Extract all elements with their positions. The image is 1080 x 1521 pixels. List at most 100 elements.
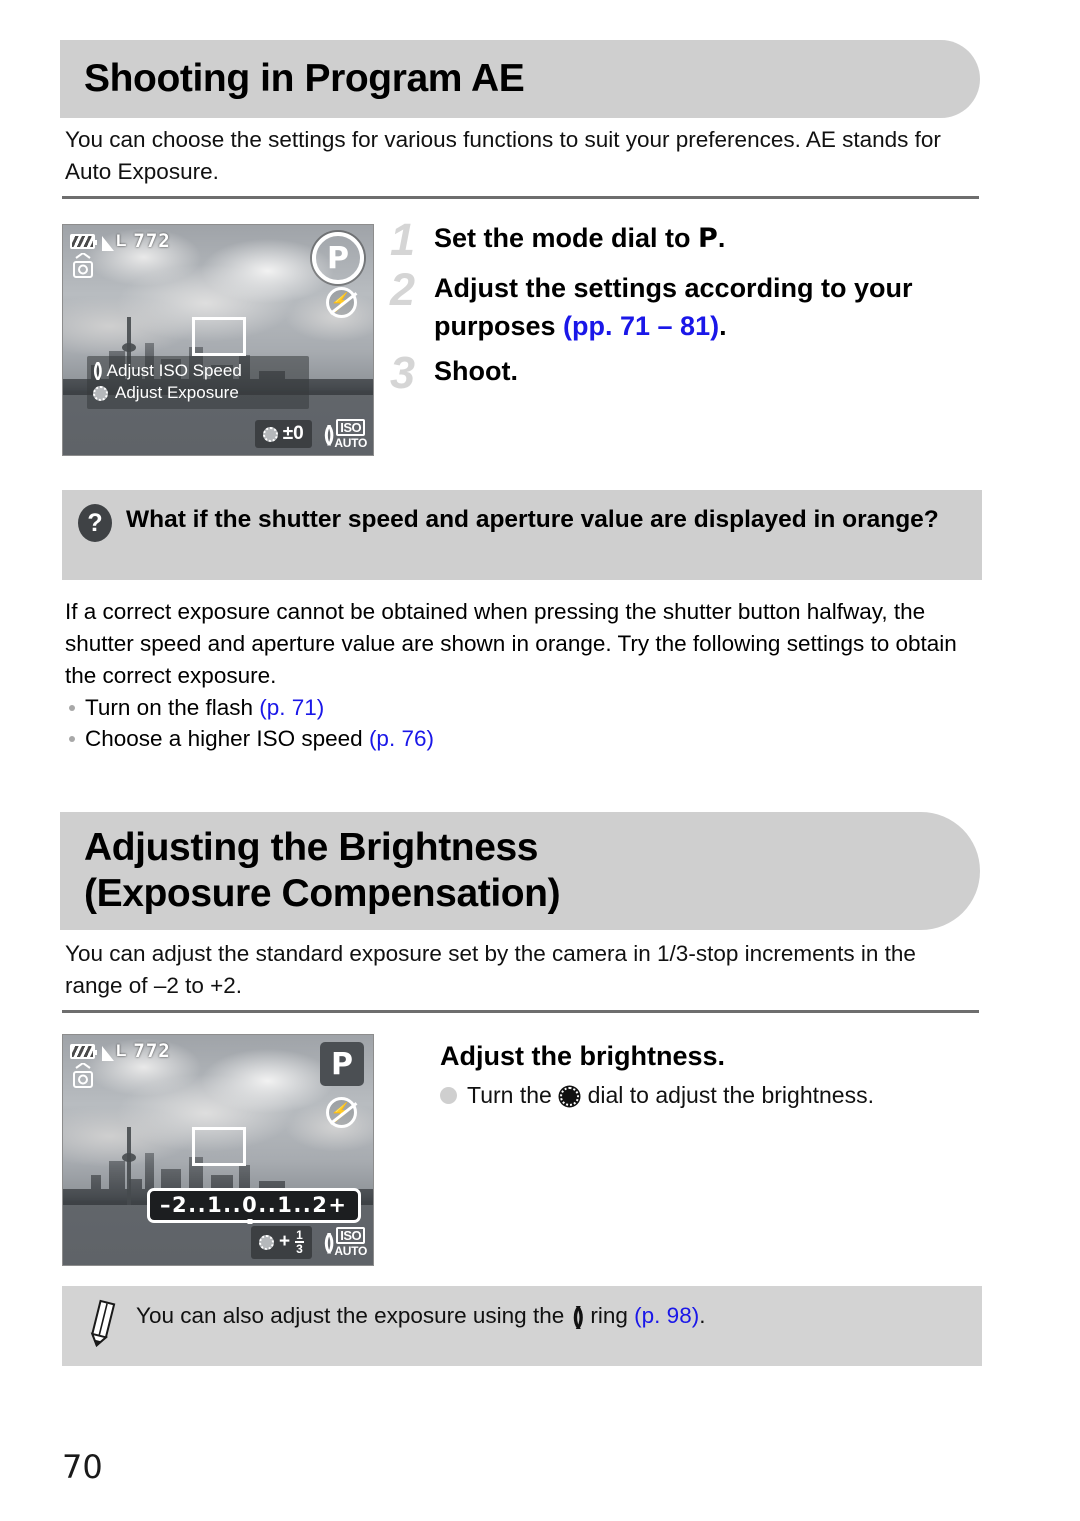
iso-readout: () ISO AUTO [324, 1227, 367, 1257]
mode-badge-p-selected: P [312, 232, 364, 284]
page-number: 70 [62, 1448, 103, 1486]
step-item-2: 2 Adjust the settings according to your … [390, 264, 980, 345]
iso-value: AUTO [334, 1244, 367, 1259]
iso-readout: () ISO AUTO [324, 419, 367, 449]
step-sub-brightness: Turn the dial to adjust the brightness. [440, 1078, 980, 1112]
list-item: Choose a higher ISO speed (p. 76) [65, 723, 965, 754]
note-text: You can also adjust the exposure using t… [136, 1302, 706, 1330]
lcd-status-bottom: ±0 () ISO AUTO [254, 419, 367, 449]
quality-wedge-icon [102, 236, 114, 251]
exposure-comp-fraction: 1 3 [295, 1229, 304, 1256]
battery-full-icon [70, 233, 97, 249]
exposure-scale-right: ..1..2+ [258, 1193, 348, 1217]
fraction-denominator: 3 [296, 1242, 303, 1257]
exposure-readout: ±0 [254, 420, 312, 448]
step-heading-brightness: Adjust the brightness. [440, 1041, 726, 1071]
battery-full-icon [70, 1043, 97, 1059]
list-item: Turn on the flash (p. 71) [65, 692, 965, 723]
guide-row-exposure: Adjust Exposure [93, 382, 303, 404]
camera-lcd-brightness: L 772 P ⚡ –2..1..0..1..2+ + 1 3 () ISO A… [62, 1034, 374, 1266]
iso-label: ISO [336, 1227, 366, 1245]
lcd-status-bottom: + 1 3 () ISO AUTO [250, 1225, 367, 1259]
question-mark-icon: ? [78, 504, 112, 542]
shots-remaining-label: 772 [133, 1040, 171, 1062]
dial-icon [560, 1087, 580, 1106]
image-quality-icon: L [102, 1041, 126, 1061]
divider-rule-top [62, 196, 979, 199]
step-block-brightness: Adjust the brightness. Turn the dial to … [440, 1038, 980, 1112]
iso-box: ISO AUTO [334, 1227, 367, 1257]
ring-icon: () [93, 360, 103, 381]
exposure-comp-sign: + [278, 1231, 291, 1253]
step-text-3: Shoot. [434, 356, 518, 386]
exposure-readout: + 1 3 [250, 1225, 312, 1259]
intro-paragraph-program-ae: You can choose the settings for various … [65, 127, 941, 184]
ring-icon: () [323, 1229, 334, 1255]
step-list-program-ae: 1 Set the mode dial to P. 2 Adjust the s… [390, 214, 980, 401]
manual-page: Shooting in Program AE You can choose th… [0, 0, 1080, 1521]
answer-block: If a correct exposure cannot be obtained… [65, 596, 965, 754]
page-reference-link[interactable]: (p. 98) [634, 1303, 699, 1328]
question-text: What if the shutter speed and aperture v… [126, 506, 939, 533]
step-text-2: Adjust the settings according to your pu… [434, 273, 913, 341]
intro-paragraph-brightness: You can adjust the standard exposure set… [65, 941, 916, 998]
ring-icon: () [572, 1302, 583, 1330]
section-title-line2: (Exposure Compensation) [84, 872, 561, 915]
image-quality-icon: L [102, 231, 126, 251]
page-reference-link[interactable]: (p. 76) [369, 726, 434, 751]
flash-off-icon: ⚡ [326, 1097, 357, 1128]
step-number: 3 [390, 347, 416, 398]
bullet-dot-icon [440, 1087, 457, 1104]
dial-icon [262, 426, 278, 442]
af-frame [192, 317, 246, 356]
quality-wedge-icon [102, 1046, 114, 1061]
image-stabilizer-icon [72, 1061, 94, 1089]
lcd-tower [122, 1127, 136, 1206]
page-reference-link[interactable]: (p. 71) [259, 695, 324, 720]
lcd-status-topleft: L 772 [70, 1040, 171, 1062]
pencil-icon [82, 1298, 122, 1350]
guide-label-exposure: Adjust Exposure [115, 383, 239, 402]
answer-paragraph: If a correct exposure cannot be obtained… [65, 599, 957, 688]
answer-bullet-list: Turn on the flash (p. 71) Choose a highe… [65, 692, 965, 754]
fraction-numerator: 1 [295, 1227, 304, 1244]
dial-icon [258, 1234, 274, 1250]
guide-label-iso: Adjust ISO Speed [106, 361, 242, 380]
dial-icon [93, 385, 108, 401]
divider-rule-bottom [62, 1010, 979, 1013]
ring-icon: () [323, 421, 334, 446]
step-text-1: Set the mode dial to P. [434, 223, 726, 254]
step-item-3: 3 Shoot. [390, 347, 980, 398]
flash-off-icon: ⚡ [326, 287, 357, 318]
lcd-guide-overlay: () Adjust ISO Speed Adjust Exposure [87, 356, 309, 409]
mode-dial-p-glyph: P [698, 223, 718, 254]
page-reference-link[interactable]: (pp. 71 – 81) [563, 311, 719, 341]
iso-box: ISO AUTO [334, 419, 367, 449]
section-header-program-ae: Shooting in Program AE [60, 40, 980, 118]
image-quality-label: L [116, 1041, 127, 1060]
exposure-value: ±0 [282, 423, 304, 444]
iso-label: ISO [336, 419, 366, 436]
mode-badge-p: P [320, 1042, 364, 1086]
image-quality-label: L [116, 231, 127, 250]
section-title-brightness: Adjusting the Brightness (Exposure Compe… [84, 825, 561, 917]
question-callout-box: ? What if the shutter speed and aperture… [62, 490, 982, 580]
lcd-status-topleft: L 772 [70, 230, 171, 252]
section-title-program-ae: Shooting in Program AE [84, 56, 525, 100]
step-number: 1 [390, 214, 416, 265]
guide-row-iso: () Adjust ISO Speed [93, 360, 303, 382]
shots-remaining-label: 772 [133, 230, 171, 252]
iso-value: AUTO [334, 436, 367, 450]
step-sub-text: Turn the dial to adjust the brightness. [467, 1082, 874, 1108]
exposure-compensation-scale: –2..1..0..1..2+ [147, 1188, 361, 1223]
af-frame [192, 1127, 246, 1166]
section-header-brightness: Adjusting the Brightness (Exposure Compe… [60, 812, 980, 930]
exposure-scale-left: –2..1.. [160, 1193, 243, 1217]
step-number: 2 [390, 264, 416, 315]
section-title-line1: Adjusting the Brightness [84, 825, 539, 869]
exposure-scale-marker: 0 [242, 1193, 259, 1217]
camera-lcd-program-ae: L 772 P ⚡ () Adjust ISO Speed Adjust Exp… [62, 224, 374, 456]
image-stabilizer-icon [72, 251, 94, 279]
step-item-1: 1 Set the mode dial to P. [390, 214, 980, 265]
note-callout-box: You can also adjust the exposure using t… [62, 1286, 982, 1366]
